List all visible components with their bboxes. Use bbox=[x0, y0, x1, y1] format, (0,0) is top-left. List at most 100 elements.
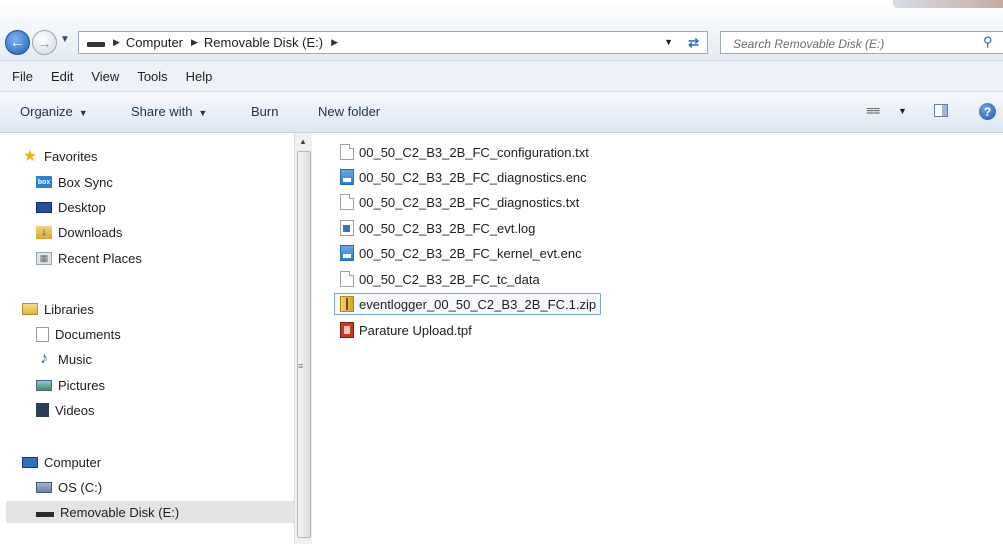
file-item[interactable]: 00_50_C2_B3_2B_FC_tc_data bbox=[340, 268, 540, 290]
videos-icon bbox=[36, 403, 49, 417]
nav-item-videos[interactable]: Videos bbox=[36, 399, 330, 421]
nav-item-os-c[interactable]: OS (C:) bbox=[36, 476, 330, 498]
file-item[interactable]: 00_50_C2_B3_2B_FC_diagnostics.txt bbox=[340, 191, 579, 213]
file-name: Parature Upload.tpf bbox=[359, 322, 472, 338]
search-input[interactable] bbox=[731, 33, 975, 54]
address-history-chevron-down-icon[interactable]: ▼ bbox=[664, 37, 673, 47]
nav-item-recent-places[interactable]: ▦ Recent Places bbox=[36, 247, 330, 269]
file-name: 00_50_C2_B3_2B_FC_diagnostics.enc bbox=[359, 169, 587, 185]
file-item[interactable]: 00_50_C2_B3_2B_FC_configuration.txt bbox=[340, 141, 589, 163]
file-name: 00_50_C2_B3_2B_FC_evt.log bbox=[359, 220, 536, 236]
refresh-icon[interactable]: ⇄ bbox=[688, 35, 699, 51]
menu-view[interactable]: View bbox=[91, 69, 119, 84]
back-button[interactable]: ← bbox=[5, 30, 30, 55]
share-with-label: Share with bbox=[131, 104, 193, 119]
file-item[interactable]: 00_50_C2_B3_2B_FC_kernel_evt.enc bbox=[340, 242, 582, 264]
drive-icon bbox=[87, 42, 105, 47]
nav-item-music[interactable]: ♪ Music bbox=[36, 348, 330, 370]
file-name: 00_50_C2_B3_2B_FC_tc_data bbox=[359, 271, 540, 287]
desktop-icon bbox=[36, 201, 52, 213]
menu-help[interactable]: Help bbox=[186, 69, 213, 84]
burn-button[interactable]: Burn bbox=[251, 104, 278, 119]
title-bar bbox=[0, 0, 1003, 26]
organize-button[interactable]: Organize ▼ bbox=[20, 104, 88, 119]
forward-button[interactable]: → bbox=[32, 30, 57, 55]
new-folder-button[interactable]: New folder bbox=[318, 104, 380, 119]
nav-item-label: Pictures bbox=[58, 377, 105, 393]
scrollbar-thumb[interactable] bbox=[297, 151, 311, 538]
organize-label: Organize bbox=[20, 104, 73, 119]
menu-bar: File Edit View Tools Help bbox=[0, 61, 1003, 92]
blank-file-icon bbox=[340, 271, 354, 287]
file-item[interactable]: 00_50_C2_B3_2B_FC_diagnostics.enc bbox=[340, 166, 587, 188]
libraries-icon bbox=[22, 303, 38, 315]
nav-libraries-label: Libraries bbox=[44, 301, 94, 317]
search-box[interactable]: ⚲ bbox=[720, 31, 1003, 54]
nav-item-label: Removable Disk (E:) bbox=[60, 504, 180, 520]
menu-file[interactable]: File bbox=[12, 69, 33, 84]
file-name: eventlogger_00_50_C2_B3_2B_FC.1.zip bbox=[359, 296, 597, 312]
computer-icon bbox=[22, 456, 38, 468]
menu-tools[interactable]: Tools bbox=[137, 69, 167, 84]
nav-libraries[interactable]: Libraries bbox=[22, 298, 316, 320]
help-icon[interactable]: ? bbox=[979, 103, 996, 120]
nav-item-downloads[interactable]: ↓ Downloads bbox=[36, 221, 330, 243]
scroll-up-arrow-icon[interactable]: ▲ bbox=[299, 137, 307, 146]
address-bar[interactable]: ▶ Computer ▶ Removable Disk (E:) ▶ ▼ ⇄ bbox=[78, 31, 708, 54]
text-file-icon bbox=[340, 144, 354, 160]
recent-places-icon: ▦ bbox=[36, 251, 52, 265]
box-sync-icon: box bbox=[36, 176, 52, 188]
nav-item-pictures[interactable]: Pictures bbox=[36, 374, 330, 396]
nav-item-documents[interactable]: Documents bbox=[36, 323, 330, 345]
chevron-down-icon: ▼ bbox=[78, 108, 88, 118]
nav-favorites-label: Favorites bbox=[44, 148, 98, 164]
file-name: 00_50_C2_B3_2B_FC_configuration.txt bbox=[359, 144, 589, 160]
nav-item-removable-disk[interactable]: Removable Disk (E:) bbox=[6, 501, 294, 523]
nav-pane-scrollbar[interactable]: ▲ ≡ bbox=[294, 133, 312, 544]
change-view-icon[interactable]: ≡≡ bbox=[866, 103, 880, 118]
file-list: 00_50_C2_B3_2B_FC_configuration.txt 00_5… bbox=[312, 133, 1003, 544]
file-item[interactable]: 00_50_C2_B3_2B_FC_evt.log bbox=[340, 217, 535, 239]
nav-computer[interactable]: Computer bbox=[22, 451, 316, 473]
recent-pages-chevron-down-icon[interactable]: ▼ bbox=[60, 34, 70, 45]
nav-item-box-sync[interactable]: box Box Sync bbox=[36, 171, 330, 193]
navigation-pane: ★ Favorites box Box Sync Desktop ↓ Downl… bbox=[0, 133, 294, 544]
file-name: 00_50_C2_B3_2B_FC_diagnostics.txt bbox=[359, 194, 580, 210]
star-icon: ★ bbox=[22, 148, 38, 165]
share-with-button[interactable]: Share with ▼ bbox=[131, 104, 207, 119]
documents-icon bbox=[36, 326, 49, 342]
hard-drive-icon bbox=[36, 481, 52, 493]
file-item-selected[interactable]: eventlogger_00_50_C2_B3_2B_FC.1.zip bbox=[334, 293, 602, 315]
menu-edit[interactable]: Edit bbox=[51, 69, 73, 84]
nav-item-label: Videos bbox=[55, 402, 95, 418]
chevron-down-icon: ▼ bbox=[198, 108, 208, 118]
scrollbar-grip-icon: ≡ bbox=[298, 361, 304, 371]
breadcrumb-removable-disk[interactable]: Removable Disk (E:) bbox=[204, 35, 323, 50]
breadcrumb-computer[interactable]: Computer bbox=[126, 35, 183, 50]
window-controls[interactable] bbox=[893, 0, 1003, 8]
nav-item-label: Desktop bbox=[58, 199, 106, 215]
breadcrumb-chevron-icon[interactable]: ▶ bbox=[191, 37, 198, 48]
pictures-icon bbox=[36, 379, 52, 391]
view-options-chevron-down-icon[interactable]: ▼ bbox=[898, 106, 907, 116]
navigation-bar: ← → ▼ ▶ Computer ▶ Removable Disk (E:) ▶… bbox=[0, 26, 1003, 61]
enc-file-icon bbox=[340, 245, 354, 261]
log-file-icon bbox=[340, 220, 354, 236]
enc-file-icon bbox=[340, 169, 354, 185]
search-icon[interactable]: ⚲ bbox=[983, 34, 993, 50]
file-name: 00_50_C2_B3_2B_FC_kernel_evt.enc bbox=[359, 245, 582, 261]
removable-disk-icon bbox=[36, 512, 54, 517]
file-item[interactable]: Parature Upload.tpf bbox=[340, 319, 472, 341]
breadcrumb-chevron-icon[interactable]: ▶ bbox=[113, 37, 120, 48]
zip-file-icon bbox=[340, 296, 354, 312]
preview-pane-icon[interactable] bbox=[934, 104, 948, 117]
nav-item-label: Music bbox=[58, 351, 92, 367]
breadcrumb-chevron-icon[interactable]: ▶ bbox=[331, 37, 338, 48]
tpf-file-icon bbox=[340, 322, 354, 338]
nav-item-label: Recent Places bbox=[58, 250, 142, 266]
text-file-icon bbox=[340, 194, 354, 210]
nav-item-desktop[interactable]: Desktop bbox=[36, 196, 330, 218]
nav-favorites[interactable]: ★ Favorites bbox=[22, 145, 316, 167]
downloads-icon: ↓ bbox=[36, 225, 52, 239]
music-note-icon: ♪ bbox=[40, 350, 48, 367]
